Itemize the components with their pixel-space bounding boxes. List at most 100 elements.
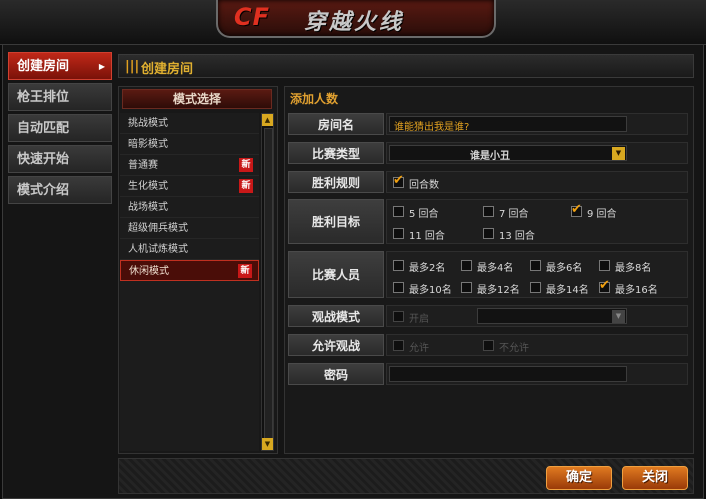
win-target-cell: 5 回合 7 回合 9 回合 11 回合 13 回合 (386, 199, 688, 244)
confirm-button[interactable]: 确定 (546, 466, 612, 490)
target-7-checkbox[interactable] (483, 206, 494, 217)
mode-item[interactable]: 挑战模式 (120, 113, 259, 134)
mode-item[interactable]: 生化模式 新 (120, 176, 259, 197)
row-win-target: 胜利目标 5 回合 7 回合 9 回合 11 回合 13 回合 (288, 199, 688, 244)
spectate-on-checkbox[interactable] (393, 311, 404, 322)
row-allow-spectate: 允许观战 允许 不允许 (288, 334, 688, 356)
mode-label: 挑战模式 (128, 118, 168, 129)
spectate-mode-label: 观战模式 (288, 305, 384, 327)
target-5-checkbox[interactable] (393, 206, 404, 217)
new-badge: 新 (239, 179, 253, 193)
row-room-name: 房间名 谁能猜出我是谁? (288, 113, 688, 135)
players-cell: 最多2名 最多4名 最多6名 最多8名 最多10名 最多12名 最多14名 最多… (386, 251, 688, 298)
mode-item[interactable]: 暗影模式 (120, 134, 259, 155)
new-badge: 新 (239, 158, 253, 172)
room-name-label: 房间名 (288, 113, 384, 135)
password-cell (386, 363, 688, 385)
target-13-label: 13 回合 (499, 231, 535, 242)
players-6-label: 最多6名 (546, 263, 583, 274)
mode-item[interactable]: 战场模式 (120, 197, 259, 218)
game-logo: CF (234, 3, 271, 31)
players-12-label: 最多12名 (477, 285, 520, 296)
players-8-checkbox[interactable] (599, 260, 610, 271)
nav-quick-start[interactable]: 快速开始 (8, 145, 112, 173)
mode-label: 超级佣兵模式 (128, 223, 188, 234)
mode-list-header: 模式选择 (122, 89, 272, 109)
scroll-down-icon[interactable]: ▼ (262, 438, 273, 450)
room-name-value: 谁能猜出我是谁? (394, 122, 470, 133)
page-header: ||| 创建房间 (118, 54, 694, 78)
nav-label: 创建房间 (17, 59, 70, 74)
side-nav: 创建房间 ▶ 枪王排位 自动匹配 快速开始 模式介绍 (8, 52, 112, 207)
target-11-checkbox[interactable] (393, 228, 404, 239)
deny-label: 不允许 (499, 343, 529, 354)
win-target-label: 胜利目标 (288, 199, 384, 244)
players-2-label: 最多2名 (409, 263, 446, 274)
players-6-checkbox[interactable] (530, 260, 541, 271)
page-title: 创建房间 (141, 62, 194, 77)
win-rule-label: 胜利规则 (288, 171, 384, 193)
target-11-label: 11 回合 (409, 231, 445, 242)
mode-label: 休闲模式 (129, 266, 169, 277)
game-banner: CF 穿越火线 (216, 0, 496, 38)
chevron-down-icon[interactable]: ▼ (612, 147, 625, 160)
nav-mode-intro[interactable]: 模式介绍 (8, 176, 112, 204)
nav-label: 枪王排位 (17, 90, 70, 105)
players-12-checkbox[interactable] (461, 282, 472, 293)
mode-label: 暗影模式 (128, 139, 168, 150)
nav-label: 模式介绍 (17, 183, 70, 198)
players-14-label: 最多14名 (546, 285, 589, 296)
players-14-checkbox[interactable] (530, 282, 541, 293)
mode-label: 生化模式 (128, 181, 168, 192)
players-2-checkbox[interactable] (393, 260, 404, 271)
players-10-checkbox[interactable] (393, 282, 404, 293)
bars-icon: ||| (125, 59, 140, 74)
match-type-value: 谁是小丑 (470, 151, 510, 162)
target-13-checkbox[interactable] (483, 228, 494, 239)
win-rule-cell: 回合数 (386, 171, 688, 193)
room-name-input[interactable]: 谁能猜出我是谁? (389, 116, 627, 133)
nav-create-room[interactable]: 创建房间 ▶ (8, 52, 112, 80)
players-4-label: 最多4名 (477, 263, 514, 274)
rounds-checkbox[interactable] (393, 173, 404, 188)
section-title: 添加人数 (290, 92, 339, 106)
mode-item-selected[interactable]: 休闲模式 新 (120, 260, 259, 281)
new-badge: 新 (238, 264, 252, 278)
row-players: 比赛人员 最多2名 最多4名 最多6名 最多8名 最多10名 最多12名 最多1… (288, 251, 688, 298)
nav-auto-match[interactable]: 自动匹配 (8, 114, 112, 142)
scroll-up-icon[interactable]: ▲ (262, 114, 273, 126)
deny-checkbox[interactable] (483, 340, 494, 351)
allow-checkbox[interactable] (393, 340, 404, 351)
rounds-label: 回合数 (409, 180, 439, 191)
password-input[interactable] (389, 366, 627, 382)
mode-label: 人机试炼模式 (128, 244, 188, 255)
mode-item[interactable]: 超级佣兵模式 (120, 218, 259, 239)
mode-label: 战场模式 (128, 202, 168, 213)
row-spectate-mode: 观战模式 开启 ▼ (288, 305, 688, 327)
players-16-label: 最多16名 (615, 285, 658, 296)
chevron-down-icon[interactable]: ▼ (612, 310, 625, 323)
players-4-checkbox[interactable] (461, 260, 472, 271)
spectate-dropdown[interactable]: ▼ (477, 308, 627, 324)
match-type-cell: 谁是小丑 ▼ (386, 142, 688, 164)
match-type-dropdown[interactable]: 谁是小丑 ▼ (389, 145, 627, 162)
game-title: 穿越火线 (304, 10, 405, 35)
arrow-right-icon: ▶ (98, 62, 105, 71)
target-7-label: 7 回合 (499, 209, 529, 220)
row-password: 密码 (288, 363, 688, 385)
mode-item[interactable]: 普通赛 新 (120, 155, 259, 176)
target-9-checkbox[interactable] (571, 202, 582, 217)
row-match-type: 比赛类型 谁是小丑 ▼ (288, 142, 688, 164)
spectate-on-label: 开启 (409, 314, 429, 325)
close-button[interactable]: 关闭 (622, 466, 688, 490)
room-name-cell: 谁能猜出我是谁? (386, 113, 688, 135)
target-9-label: 9 回合 (587, 209, 617, 220)
password-label: 密码 (288, 363, 384, 385)
players-16-checkbox[interactable] (599, 278, 610, 293)
nav-ranked[interactable]: 枪王排位 (8, 83, 112, 111)
scroll-thumb[interactable] (264, 128, 273, 440)
mode-label: 普通赛 (128, 160, 158, 171)
mode-item[interactable]: 人机试炼模式 (120, 239, 259, 260)
mode-list: 挑战模式 暗影模式 普通赛新 生化模式新 战场模式 超级佣兵模式 人机试炼模式 … (120, 113, 259, 451)
mode-list-scrollbar[interactable]: ▲ ▼ (261, 113, 274, 451)
